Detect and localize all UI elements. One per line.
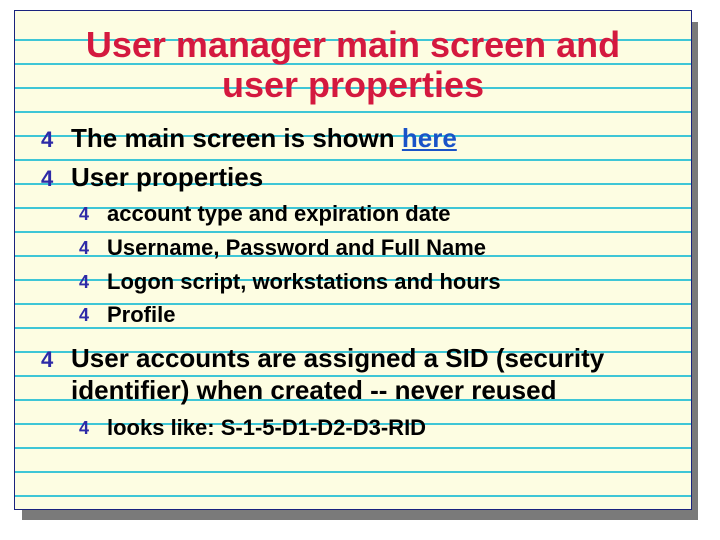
slide-content: User manager main screen and user proper…	[15, 11, 691, 457]
link-here[interactable]: here	[402, 123, 457, 153]
text-fragment: The main screen is shown	[71, 123, 402, 153]
bullet-icon: 4	[79, 236, 99, 260]
slide-title: User manager main screen and user proper…	[73, 25, 633, 104]
bullet-icon: 4	[79, 202, 99, 226]
slide-card: User manager main screen and user proper…	[14, 10, 692, 510]
bullet-text: looks like: S-1-5-D1-D2-D3-RID	[107, 413, 667, 443]
spacer	[39, 334, 667, 338]
bullet-icon: 4	[41, 346, 63, 374]
bullet-text: User properties	[71, 161, 667, 194]
sub-bullet-item: 4 Username, Password and Full Name	[79, 233, 667, 263]
bullet-text: The main screen is shown here	[71, 122, 667, 155]
sub-bullet-item: 4 Profile	[79, 300, 667, 330]
bullet-item: 4 User accounts are assigned a SID (secu…	[41, 342, 667, 407]
bullet-text: Profile	[107, 300, 667, 330]
sub-bullet-item: 4 account type and expiration date	[79, 199, 667, 229]
bullet-icon: 4	[79, 416, 99, 440]
bullet-icon: 4	[41, 126, 63, 154]
bullet-icon: 4	[41, 165, 63, 193]
bullet-icon: 4	[79, 303, 99, 327]
sub-bullet-item: 4 looks like: S-1-5-D1-D2-D3-RID	[79, 413, 667, 443]
sub-bullet-item: 4 Logon script, workstations and hours	[79, 267, 667, 297]
bullet-icon: 4	[79, 270, 99, 294]
bullet-text: account type and expiration date	[107, 199, 667, 229]
bullet-item: 4 User properties	[41, 161, 667, 194]
bullet-text: Logon script, workstations and hours	[107, 267, 667, 297]
bullet-item: 4 The main screen is shown here	[41, 122, 667, 155]
slide-stage: User manager main screen and user proper…	[0, 0, 720, 540]
bullet-text: User accounts are assigned a SID (securi…	[71, 342, 667, 407]
bullet-text: Username, Password and Full Name	[107, 233, 667, 263]
